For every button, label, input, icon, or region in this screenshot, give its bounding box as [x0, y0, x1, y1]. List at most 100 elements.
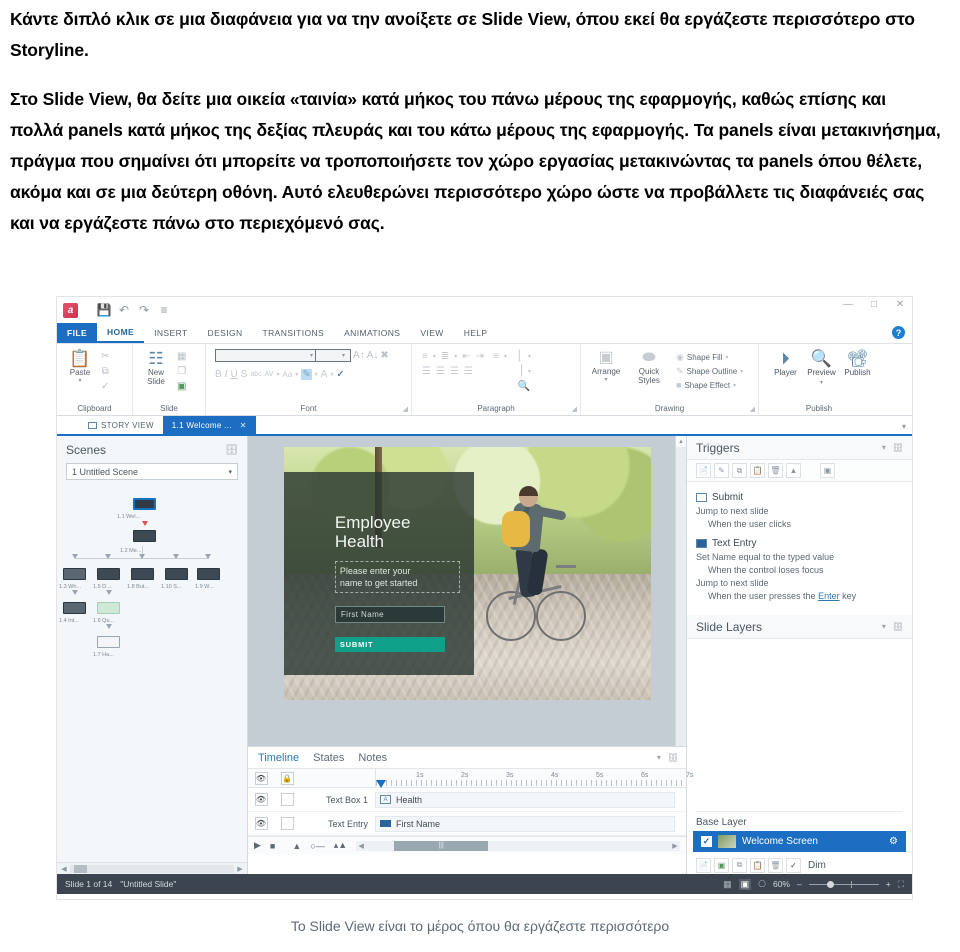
strikethrough-button[interactable]: S [241, 369, 248, 380]
text-direction-caret-icon[interactable]: ▾ [528, 353, 531, 360]
undo-icon[interactable]: ↶ [114, 303, 134, 317]
close-button[interactable]: ✕ [894, 299, 906, 310]
close-icon[interactable]: ✕ [240, 421, 247, 430]
scene-node-thumb[interactable] [97, 568, 120, 580]
new-slide-button[interactable]: ☷ New Slide [138, 349, 174, 386]
eye-icon[interactable]: 👁 [254, 817, 268, 830]
copy-icon[interactable]: ⧉ [102, 366, 109, 378]
chevron-down-icon[interactable]: ▾ [882, 622, 886, 631]
trigger-condition[interactable]: When the user clicks [696, 518, 903, 531]
paste-button[interactable]: 📋 Paste ▾ [62, 349, 98, 386]
gear-icon[interactable]: ⚙ [889, 836, 898, 847]
tab-animations[interactable]: ANIMATIONS [334, 323, 410, 343]
zoom-out-timeline-icon[interactable]: ▲ [292, 841, 301, 851]
layer-row-welcome-screen[interactable]: ✓ Welcome Screen ⚙ [693, 831, 906, 852]
change-case-caret-icon[interactable]: ▾ [295, 371, 298, 378]
font-name-input[interactable] [215, 349, 319, 362]
italic-button[interactable]: I [225, 369, 228, 380]
numbering-icon[interactable]: ≣ [441, 351, 449, 362]
normal-view-icon[interactable]: ▣ [738, 878, 752, 890]
scene-node-thumb[interactable] [63, 602, 86, 614]
trigger-action[interactable]: Set Name equal to the typed value [696, 551, 903, 564]
copy-trigger-icon[interactable]: ⧉ [732, 463, 747, 478]
align-center-icon[interactable]: ☰ [436, 366, 445, 377]
font-dialog-launcher-icon[interactable]: ◢ [403, 405, 408, 413]
tab-home[interactable]: HOME [97, 323, 145, 343]
scene-node-thumb[interactable] [63, 568, 86, 580]
trigger-condition[interactable]: When the user presses the Enter key [696, 590, 903, 603]
player-button[interactable]: ⏵ Player [769, 349, 802, 378]
tab-insert[interactable]: INSERT [144, 323, 197, 343]
decrease-indent-icon[interactable]: ⇤ [462, 351, 470, 362]
scene-node-thumb[interactable] [197, 568, 220, 580]
scrollbar-thumb[interactable] [74, 864, 87, 873]
chevron-down-icon[interactable]: ▾ [657, 753, 661, 762]
pin-icon[interactable]: 🗄 [893, 622, 903, 631]
font-color-caret-icon[interactable]: ▾ [330, 371, 333, 378]
slide-surface[interactable]: Employee Health Please enter your name t… [283, 447, 651, 700]
character-spacing-icon[interactable]: AV [265, 371, 274, 378]
pin-icon[interactable]: 🗄 [225, 445, 238, 456]
presenter-view-icon[interactable]: ⎔ [758, 879, 766, 890]
timeline-ruler[interactable]: 1s 2s 3s 4s 5s 6s 7s [375, 769, 693, 788]
tab-notes[interactable]: Notes [358, 752, 387, 764]
font-size-input[interactable] [315, 349, 352, 362]
bullets-caret-icon[interactable]: ▾ [433, 353, 436, 360]
scrollbar-track[interactable] [70, 864, 234, 873]
trigger-condition[interactable]: When the control loses focus [696, 564, 903, 577]
trigger-action[interactable]: Jump to next slide [696, 577, 903, 590]
slide-canvas[interactable]: Employee Health Please enter your name t… [248, 436, 686, 746]
tab-timeline[interactable]: Timeline [258, 752, 299, 764]
show-hide-all-icon[interactable]: 👁 [254, 771, 268, 785]
clear-formatting-icon[interactable]: ✖ [380, 350, 388, 362]
lock-checkbox[interactable] [280, 817, 294, 830]
change-case-icon[interactable]: Aa [283, 370, 293, 379]
chevron-down-icon[interactable]: ▾ [882, 443, 886, 452]
chevron-down-icon[interactable]: ▾ [902, 422, 906, 431]
font-color-icon[interactable]: A [321, 369, 328, 380]
scene-node-thumb[interactable] [133, 530, 156, 542]
scene-node-thumb[interactable] [131, 568, 154, 580]
apply-layout-icon[interactable]: ▣ [177, 381, 186, 393]
paste-layer-icon[interactable]: 📋 [750, 857, 765, 873]
publish-button[interactable]: 📽 Publish [841, 349, 874, 378]
bullets-icon[interactable]: ≡ [422, 351, 428, 362]
scroll-left-icon[interactable]: ◀ [60, 865, 68, 873]
scrollbar-thumb[interactable]: ||| [394, 840, 489, 851]
eye-icon[interactable]: 👁 [254, 793, 268, 806]
align-right-icon[interactable]: ☰ [450, 366, 459, 377]
shape-effect-button[interactable]: ■ Shape Effect ▾ [676, 380, 743, 390]
stop-icon[interactable]: ■ [270, 841, 275, 851]
duplicate-slide-icon[interactable]: ❐ [177, 366, 186, 378]
redo-icon[interactable]: ↷ [134, 303, 154, 317]
trigger-key-link[interactable]: Enter [818, 591, 840, 601]
shape-effect-caret-icon[interactable]: ▾ [733, 382, 736, 389]
shape-outline-caret-icon[interactable]: ▾ [740, 368, 743, 375]
align-text-caret-icon[interactable]: ▾ [528, 368, 531, 375]
tab-slide-1-1[interactable]: 1.1 Welcome ... ✕ [162, 416, 256, 434]
scene-node-thumb[interactable] [133, 498, 156, 510]
tab-story-view[interactable]: STORY VIEW [79, 416, 163, 434]
char-spacing-caret-icon[interactable]: ▾ [276, 371, 279, 378]
timeline-horizontal-scrollbar[interactable]: ◀ ||| ▶ [356, 840, 680, 851]
zoom-in-button[interactable]: + [886, 879, 891, 889]
submit-button[interactable]: SUBMIT [334, 636, 445, 652]
layer-visibility-checkbox[interactable]: ✓ [701, 836, 712, 847]
maximize-button[interactable]: □ [868, 299, 880, 310]
tab-view[interactable]: VIEW [410, 323, 453, 343]
trigger-wizard-icon[interactable]: ▣ [820, 463, 835, 478]
align-text-icon[interactable]: ⎟ [518, 366, 523, 377]
help-icon[interactable]: ? [892, 326, 905, 339]
slide-prompt-textbox[interactable]: Please enter your name to get started [334, 560, 460, 593]
format-painter-icon[interactable]: ✓ [101, 381, 109, 393]
preview-caret-icon[interactable]: ▾ [820, 378, 823, 388]
scene-node-thumb[interactable] [97, 602, 120, 614]
play-icon[interactable]: ▶ [254, 840, 261, 851]
quick-styles-button[interactable]: ⬬ Quick Styles [629, 349, 669, 385]
scroll-right-icon[interactable]: ▶ [236, 865, 244, 873]
tab-help[interactable]: HELP [454, 323, 498, 343]
scene-node-thumb[interactable] [97, 636, 120, 648]
zoom-out-button[interactable]: – [797, 879, 802, 889]
align-left-icon[interactable]: ☰ [422, 366, 431, 377]
zoom-slider-knob[interactable] [826, 880, 834, 888]
